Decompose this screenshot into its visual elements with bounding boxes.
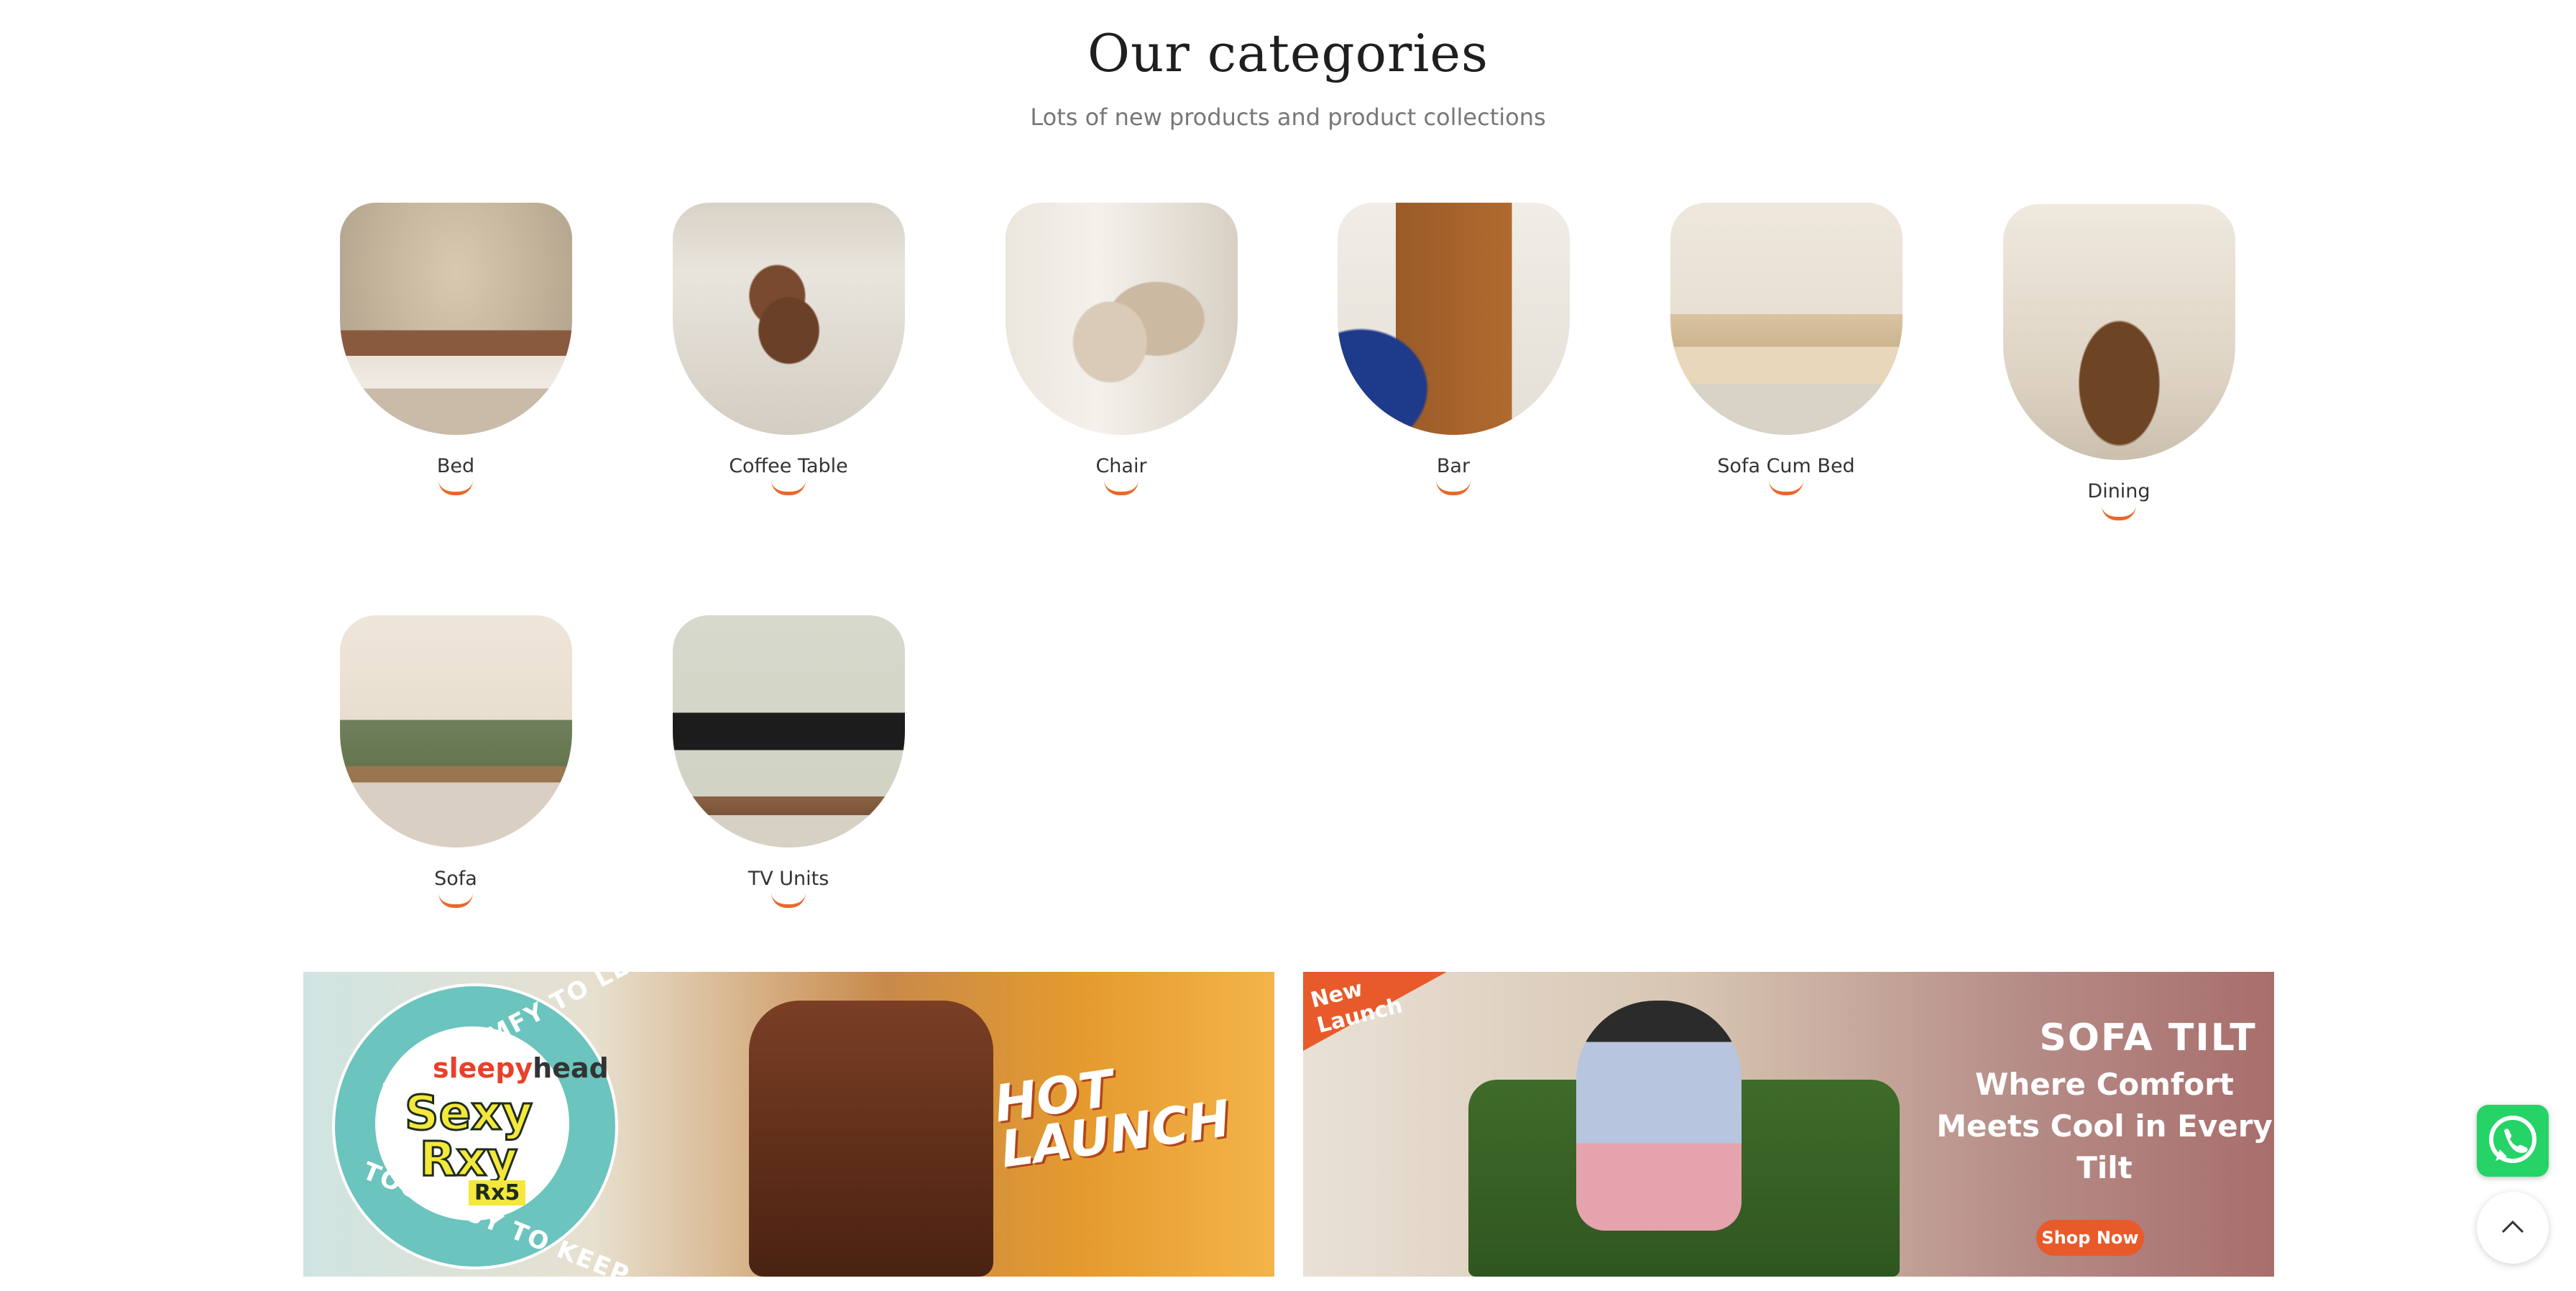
category-label[interactable]: Coffee Table [670,455,907,477]
section-title: Our categories [1087,23,1489,83]
category-image[interactable] [672,615,905,847]
brand-logo: sleepyhead [433,1052,609,1084]
category-image[interactable] [1670,203,1903,435]
category-label[interactable]: Bed [337,455,574,477]
category-label[interactable]: Dining [2000,480,2237,502]
smile-accent-icon [438,480,473,495]
category-bed[interactable]: Bed [337,203,574,495]
brand-logo-part1: sleepy [433,1052,533,1084]
chevron-up-icon [2501,1220,2524,1233]
product-model: Rx5 [469,1180,526,1205]
category-sofa-cum-bed[interactable]: Sofa Cum Bed [1668,203,1905,495]
product-name: Sexy Rxy [339,1085,598,1187]
smile-accent-icon [1769,480,1803,495]
category-chair[interactable]: Chair [1003,203,1240,495]
category-sofa[interactable]: Sofa [337,615,574,908]
scroll-to-top-button[interactable] [2477,1192,2549,1264]
recliner-image [749,1001,993,1277]
banner-sofa-tilt[interactable]: New Launch SOFA TILT Where Comfort Meets … [1303,972,2274,1277]
product-name-line2: Rxy [418,1131,518,1187]
category-coffee-table[interactable]: Coffee Table [670,203,907,495]
sofa-tilt-subtitle: Where Comfort Meets Cool in Every Tilt [1936,1067,2273,1185]
whatsapp-button[interactable] [2477,1105,2549,1177]
smile-accent-icon [1104,480,1138,495]
smile-accent-icon [2102,505,2136,520]
category-image[interactable] [339,203,572,435]
category-bar[interactable]: Bar [1335,203,1572,495]
category-label[interactable]: TV Units [670,868,907,890]
category-image[interactable] [2002,204,2235,460]
smile-accent-icon [771,480,806,495]
category-tv-units[interactable]: TV Units [670,615,907,908]
smile-accent-icon [438,893,473,908]
smile-accent-icon [1436,480,1471,495]
category-image[interactable] [339,615,572,847]
category-dining[interactable]: Dining [2000,204,2237,520]
product-name-line1: Sexy [404,1085,534,1141]
hot-launch-headline: HOT LAUNCH [990,1049,1233,1180]
category-image[interactable] [1337,203,1570,435]
smile-accent-icon [771,893,806,908]
banner-sleepyhead-launch[interactable]: TOO COMFY TO LEAVE TOO EASY TO KEEP slee… [303,972,1274,1277]
whatsapp-icon [2489,1116,2536,1163]
category-label[interactable]: Sofa Cum Bed [1668,455,1905,477]
person-image [1576,1001,1742,1231]
category-label[interactable]: Sofa [337,868,574,890]
section-subtitle: Lots of new products and product collect… [1030,104,1546,131]
sofa-tilt-title: SOFA TILT [2039,1016,2257,1060]
category-label[interactable]: Chair [1003,455,1240,477]
category-image[interactable] [1005,203,1238,435]
category-label[interactable]: Bar [1335,455,1572,477]
category-image[interactable] [672,203,905,435]
brand-logo-part2: head [533,1052,609,1084]
shop-now-button[interactable]: Shop Now [2036,1220,2144,1256]
